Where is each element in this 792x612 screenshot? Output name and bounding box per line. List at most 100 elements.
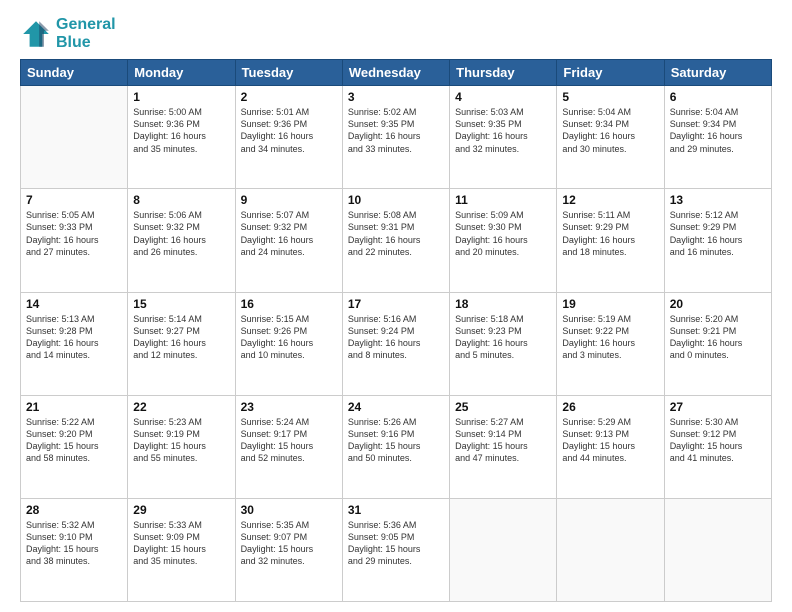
- day-number: 14: [26, 297, 122, 311]
- calendar-cell: 20 Sunrise: 5:20 AM Sunset: 9:21 PM Dayli…: [664, 292, 771, 395]
- calendar-cell: 9 Sunrise: 5:07 AM Sunset: 9:32 PM Daylig…: [235, 189, 342, 292]
- cell-content: Sunrise: 5:03 AM Sunset: 9:35 PM Dayligh…: [455, 106, 551, 155]
- calendar-cell: 7Sunrise: 5:05 AM Sunset: 9:33 PM Daylig…: [21, 189, 128, 292]
- page: General Blue SundayMondayTuesdayWednesda…: [0, 0, 792, 612]
- day-number: 5: [562, 90, 658, 104]
- calendar-cell: 14Sunrise: 5:13 AM Sunset: 9:28 PM Dayli…: [21, 292, 128, 395]
- day-number: 15: [133, 297, 229, 311]
- calendar-cell: 1Sunrise: 5:00 AM Sunset: 9:36 PM Daylig…: [128, 86, 235, 189]
- cell-content: Sunrise: 5:27 AM Sunset: 9:14 PM Dayligh…: [455, 416, 551, 465]
- calendar-cell: 28 Sunrise: 5:32 AM Sunset: 9:10 PM Dayli…: [21, 498, 128, 601]
- cell-content: Sunrise: 5:22 AM Sunset: 9:20 PM Dayligh…: [26, 416, 122, 465]
- day-number: 24: [348, 400, 444, 414]
- logo: General Blue: [20, 16, 116, 51]
- day-number: 4: [455, 90, 551, 104]
- calendar-week-row: 14Sunrise: 5:13 AM Sunset: 9:28 PM Dayli…: [21, 292, 772, 395]
- calendar-cell: 4 Sunrise: 5:03 AM Sunset: 9:35 PM Daylig…: [450, 86, 557, 189]
- day-number: 9: [241, 193, 337, 207]
- day-number: 25: [455, 400, 551, 414]
- day-number: 13: [670, 193, 766, 207]
- cell-content: Sunrise: 5:36 AM Sunset: 9:05 PM Dayligh…: [348, 519, 444, 568]
- calendar-cell: 29Sunrise: 5:33 AM Sunset: 9:09 PM Dayli…: [128, 498, 235, 601]
- cell-content: Sunrise: 5:32 AM Sunset: 9:10 PM Dayligh…: [26, 519, 122, 568]
- calendar-cell: 18 Sunrise: 5:18 AM Sunset: 9:23 PM Dayli…: [450, 292, 557, 395]
- cell-content: Sunrise: 5:15 AM Sunset: 9:26 PM Dayligh…: [241, 313, 337, 362]
- day-number: 19: [562, 297, 658, 311]
- calendar-day-header: Saturday: [664, 60, 771, 86]
- day-number: 17: [348, 297, 444, 311]
- calendar-week-row: 28 Sunrise: 5:32 AM Sunset: 9:10 PM Dayli…: [21, 498, 772, 601]
- day-number: 16: [241, 297, 337, 311]
- cell-content: Sunrise: 5:20 AM Sunset: 9:21 PM Dayligh…: [670, 313, 766, 362]
- calendar-cell: 24Sunrise: 5:26 AM Sunset: 9:16 PM Dayli…: [342, 395, 449, 498]
- calendar-cell: 22 Sunrise: 5:23 AM Sunset: 9:19 PM Dayli…: [128, 395, 235, 498]
- calendar-table: SundayMondayTuesdayWednesdayThursdayFrid…: [20, 59, 772, 602]
- calendar-cell: 12 Sunrise: 5:11 AM Sunset: 9:29 PM Dayli…: [557, 189, 664, 292]
- calendar-cell: 15 Sunrise: 5:14 AM Sunset: 9:27 PM Dayli…: [128, 292, 235, 395]
- cell-content: Sunrise: 5:16 AM Sunset: 9:24 PM Dayligh…: [348, 313, 444, 362]
- cell-content: Sunrise: 5:23 AM Sunset: 9:19 PM Dayligh…: [133, 416, 229, 465]
- day-number: 18: [455, 297, 551, 311]
- calendar-cell: 31 Sunrise: 5:36 AM Sunset: 9:05 PM Dayli…: [342, 498, 449, 601]
- day-number: 21: [26, 400, 122, 414]
- calendar-cell: 30Sunrise: 5:35 AM Sunset: 9:07 PM Dayli…: [235, 498, 342, 601]
- header: General Blue: [20, 16, 772, 51]
- day-number: 11: [455, 193, 551, 207]
- cell-content: Sunrise: 5:35 AM Sunset: 9:07 PM Dayligh…: [241, 519, 337, 568]
- calendar-cell: [450, 498, 557, 601]
- day-number: 22: [133, 400, 229, 414]
- cell-content: Sunrise: 5:12 AM Sunset: 9:29 PM Dayligh…: [670, 209, 766, 258]
- calendar-cell: 2 Sunrise: 5:01 AM Sunset: 9:36 PM Daylig…: [235, 86, 342, 189]
- cell-content: Sunrise: 5:08 AM Sunset: 9:31 PM Dayligh…: [348, 209, 444, 258]
- cell-content: Sunrise: 5:02 AM Sunset: 9:35 PM Dayligh…: [348, 106, 444, 155]
- calendar-day-header: Tuesday: [235, 60, 342, 86]
- day-number: 6: [670, 90, 766, 104]
- day-number: 26: [562, 400, 658, 414]
- cell-content: Sunrise: 5:14 AM Sunset: 9:27 PM Dayligh…: [133, 313, 229, 362]
- calendar-header-row: SundayMondayTuesdayWednesdayThursdayFrid…: [21, 60, 772, 86]
- day-number: 23: [241, 400, 337, 414]
- cell-content: Sunrise: 5:18 AM Sunset: 9:23 PM Dayligh…: [455, 313, 551, 362]
- day-number: 20: [670, 297, 766, 311]
- calendar-cell: 3 Sunrise: 5:02 AM Sunset: 9:35 PM Daylig…: [342, 86, 449, 189]
- calendar-week-row: 1Sunrise: 5:00 AM Sunset: 9:36 PM Daylig…: [21, 86, 772, 189]
- day-number: 3: [348, 90, 444, 104]
- calendar-cell: 13 Sunrise: 5:12 AM Sunset: 9:29 PM Dayli…: [664, 189, 771, 292]
- calendar-cell: 5Sunrise: 5:04 AM Sunset: 9:34 PM Daylig…: [557, 86, 664, 189]
- calendar-cell: 11 Sunrise: 5:09 AM Sunset: 9:30 PM Dayli…: [450, 189, 557, 292]
- calendar-cell: [664, 498, 771, 601]
- day-number: 8: [133, 193, 229, 207]
- day-number: 31: [348, 503, 444, 517]
- calendar-cell: 8 Sunrise: 5:06 AM Sunset: 9:32 PM Daylig…: [128, 189, 235, 292]
- cell-content: Sunrise: 5:24 AM Sunset: 9:17 PM Dayligh…: [241, 416, 337, 465]
- cell-content: Sunrise: 5:29 AM Sunset: 9:13 PM Dayligh…: [562, 416, 658, 465]
- calendar-day-header: Thursday: [450, 60, 557, 86]
- calendar-day-header: Wednesday: [342, 60, 449, 86]
- calendar-cell: 16 Sunrise: 5:15 AM Sunset: 9:26 PM Dayli…: [235, 292, 342, 395]
- day-number: 12: [562, 193, 658, 207]
- calendar-cell: 6 Sunrise: 5:04 AM Sunset: 9:34 PM Daylig…: [664, 86, 771, 189]
- cell-content: Sunrise: 5:33 AM Sunset: 9:09 PM Dayligh…: [133, 519, 229, 568]
- day-number: 7: [26, 193, 122, 207]
- cell-content: Sunrise: 5:01 AM Sunset: 9:36 PM Dayligh…: [241, 106, 337, 155]
- cell-content: Sunrise: 5:07 AM Sunset: 9:32 PM Dayligh…: [241, 209, 337, 258]
- calendar-cell: 19Sunrise: 5:19 AM Sunset: 9:22 PM Dayli…: [557, 292, 664, 395]
- cell-content: Sunrise: 5:00 AM Sunset: 9:36 PM Dayligh…: [133, 106, 229, 155]
- calendar-week-row: 7Sunrise: 5:05 AM Sunset: 9:33 PM Daylig…: [21, 189, 772, 292]
- calendar-cell: 21 Sunrise: 5:22 AM Sunset: 9:20 PM Dayli…: [21, 395, 128, 498]
- calendar-week-row: 21 Sunrise: 5:22 AM Sunset: 9:20 PM Dayli…: [21, 395, 772, 498]
- day-number: 2: [241, 90, 337, 104]
- calendar-cell: 10Sunrise: 5:08 AM Sunset: 9:31 PM Dayli…: [342, 189, 449, 292]
- day-number: 27: [670, 400, 766, 414]
- cell-content: Sunrise: 5:11 AM Sunset: 9:29 PM Dayligh…: [562, 209, 658, 258]
- logo-text: General Blue: [56, 16, 116, 51]
- cell-content: Sunrise: 5:06 AM Sunset: 9:32 PM Dayligh…: [133, 209, 229, 258]
- day-number: 28: [26, 503, 122, 517]
- calendar-cell: 27 Sunrise: 5:30 AM Sunset: 9:12 PM Dayli…: [664, 395, 771, 498]
- cell-content: Sunrise: 5:04 AM Sunset: 9:34 PM Dayligh…: [670, 106, 766, 155]
- cell-content: Sunrise: 5:09 AM Sunset: 9:30 PM Dayligh…: [455, 209, 551, 258]
- calendar-cell: [21, 86, 128, 189]
- calendar-cell: 26 Sunrise: 5:29 AM Sunset: 9:13 PM Dayli…: [557, 395, 664, 498]
- calendar-cell: [557, 498, 664, 601]
- cell-content: Sunrise: 5:30 AM Sunset: 9:12 PM Dayligh…: [670, 416, 766, 465]
